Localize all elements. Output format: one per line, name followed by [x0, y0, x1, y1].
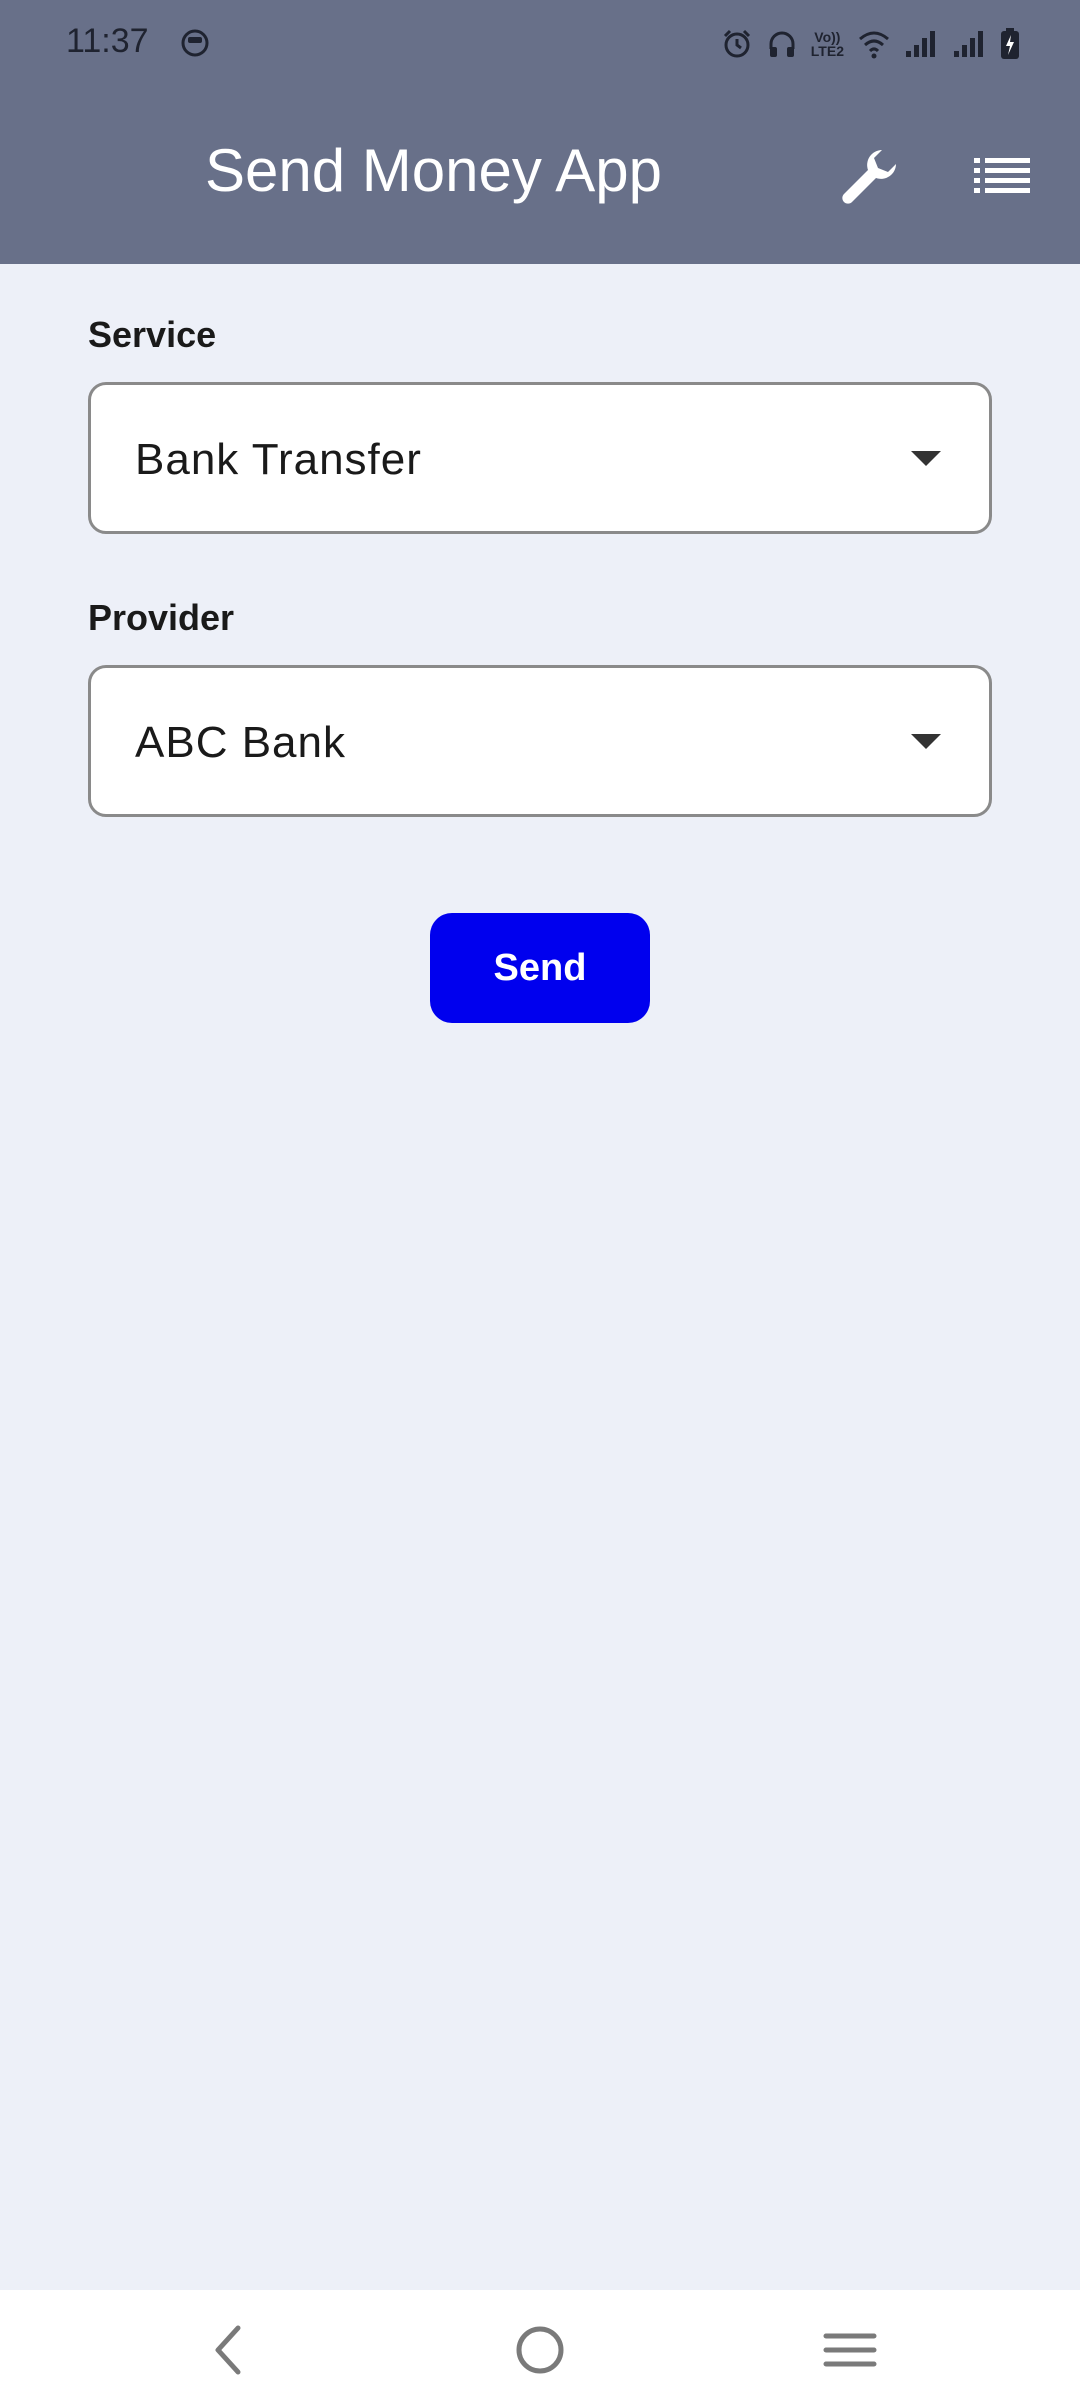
- status-time: 11:37: [66, 22, 149, 60]
- status-bar: 11:37 Vo)) LTE2: [0, 0, 1080, 88]
- back-button[interactable]: [188, 2312, 268, 2388]
- signal-icon-2: [954, 31, 983, 57]
- signal-icon-1: [906, 31, 935, 57]
- provider-dropdown[interactable]: ABC Bank: [88, 665, 992, 817]
- menu-button[interactable]: [810, 2312, 890, 2388]
- wifi-icon: [859, 31, 889, 59]
- chevron-down-icon: [911, 451, 941, 466]
- notification-app-icon: [181, 29, 209, 57]
- status-icons: Vo)) LTE2: [721, 24, 1020, 64]
- provider-label: Provider: [88, 597, 235, 638]
- system-nav-bar: [0, 2290, 1080, 2408]
- chevron-down-icon: [911, 734, 941, 749]
- app-title: Send Money App: [205, 137, 663, 204]
- list-icon: [974, 158, 1030, 193]
- wrench-icon: [842, 150, 896, 204]
- home-icon: [516, 2326, 564, 2374]
- back-icon: [215, 2325, 241, 2375]
- home-button[interactable]: [500, 2312, 580, 2388]
- app-bar: 11:37 Vo)) LTE2 Send Money App: [0, 0, 1080, 264]
- service-label: Service: [88, 314, 217, 355]
- volte-indicator: Vo)) LTE2: [810, 29, 844, 59]
- list-button[interactable]: [962, 136, 1042, 216]
- alarm-icon: [723, 29, 750, 58]
- send-button[interactable]: Send: [430, 913, 650, 1023]
- battery-charging-icon: [1001, 28, 1019, 59]
- provider-selected-value: ABC Bank: [135, 718, 346, 767]
- settings-button[interactable]: [830, 136, 910, 216]
- menu-icon: [823, 2333, 877, 2367]
- service-selected-value: Bank Transfer: [135, 435, 422, 484]
- service-dropdown[interactable]: Bank Transfer: [88, 382, 992, 534]
- headphones-icon: [769, 31, 795, 57]
